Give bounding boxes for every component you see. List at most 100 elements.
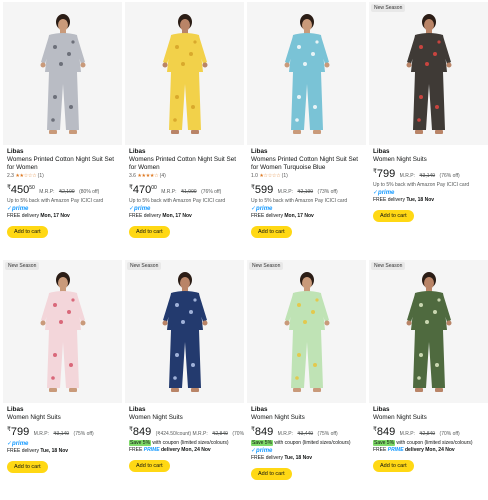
product-image[interactable]: New Season	[125, 260, 244, 403]
mrp-label: (₹424.50/count) M.R.P:	[155, 431, 208, 437]
mrp-value: ₹1,999	[180, 189, 197, 195]
price-row: ₹45050 M.R.P: ₹2,199 (80% off)	[7, 182, 120, 198]
price-whole: 849	[132, 426, 152, 438]
product-image[interactable]	[125, 2, 244, 145]
price-whole: 450	[10, 184, 30, 196]
mrp-label: M.R.P:	[161, 189, 177, 195]
add-to-cart-button[interactable]: Add to cart	[251, 468, 292, 480]
delivery-prefix: FREE delivery	[251, 455, 283, 461]
product-image-model-icon	[40, 272, 86, 392]
delivery-date: Tue, 18 Nov	[40, 448, 69, 454]
add-to-cart-button[interactable]: Add to cart	[129, 460, 170, 472]
discount-percent: (76% off)	[201, 189, 222, 195]
prime-word: PRIME	[387, 447, 404, 453]
product-title-link[interactable]: Womens Printed Cotton Night Suit Set for…	[7, 156, 120, 172]
price-row: ₹799 M.R.P: ₹3,149 (75% off)	[7, 424, 120, 440]
add-to-cart-button[interactable]: Add to cart	[129, 226, 170, 238]
add-to-cart-button[interactable]: Add to cart	[373, 210, 414, 222]
product-image[interactable]: New Season	[3, 260, 122, 403]
price-whole: 599	[254, 184, 274, 196]
discount-percent: (76% off)	[439, 173, 460, 179]
price-fraction: 00	[151, 185, 157, 191]
coupon-row: Save 5% with coupon (limited sizes/colou…	[251, 440, 364, 447]
product-card[interactable]: New Season Libas Women Night Suits ₹799 …	[369, 2, 488, 248]
mrp-value: ₹3,149	[53, 431, 70, 437]
new-season-badge: New Season	[127, 262, 162, 270]
product-card[interactable]: Libas Womens Printed Cotton Night Suit S…	[125, 2, 244, 248]
rating-row[interactable]: 1.0 ★☆☆☆☆ (1)	[251, 173, 364, 180]
mrp-label: M.R.P:	[399, 431, 415, 437]
price-whole: 849	[254, 426, 274, 438]
delivery-info: FREE delivery Tue, 18 Nov	[7, 448, 120, 455]
product-brand: Libas	[7, 406, 24, 413]
mrp-label: M.R.P:	[39, 189, 55, 195]
product-image[interactable]: New Season	[247, 260, 366, 403]
delivery-date: Tue, 18 Nov	[406, 197, 435, 203]
rating-value: 2.3	[7, 173, 14, 179]
add-to-cart-button[interactable]: Add to cart	[251, 226, 292, 238]
coupon-text: with coupon (limited sizes/colours)	[274, 440, 351, 446]
product-title-link[interactable]: Womens Printed Cotton Night Suit Set for…	[251, 156, 364, 172]
product-title-link[interactable]: Womens Printed Cotton Night Suit Set for…	[129, 156, 242, 172]
product-title-link[interactable]: Women Night Suits	[7, 414, 120, 422]
product-card[interactable]: Libas Womens Printed Cotton Night Suit S…	[247, 2, 366, 248]
mrp-label: M.R.P:	[277, 431, 293, 437]
product-title-link[interactable]: Women Night Suits	[373, 156, 486, 164]
delivery-date: delivery Mon, 24 Nov	[404, 447, 455, 453]
product-title-link[interactable]: Women Night Suits	[373, 414, 486, 422]
price-row: ₹799 M.R.P: ₹3,149 (76% off)	[373, 166, 486, 182]
star-rating-icon: ★★☆☆☆	[15, 173, 37, 179]
rating-count[interactable]: (1)	[282, 173, 288, 179]
add-to-cart-button[interactable]: Add to cart	[7, 461, 48, 473]
rating-count[interactable]: (4)	[160, 173, 166, 179]
product-image[interactable]	[3, 2, 122, 145]
prime-icon: ✓prime	[251, 448, 273, 454]
product-card[interactable]: Libas Womens Printed Cotton Night Suit S…	[3, 2, 122, 248]
mrp-value: ₹2,199	[58, 189, 75, 195]
prime-icon: ✓prime	[7, 441, 29, 447]
bank-offer: Up to 5% back with Amazon Pay ICICI card	[129, 198, 226, 204]
product-image[interactable]	[247, 2, 366, 145]
price-row: ₹849 (₹424.50/count) M.R.P: ₹2,849 (70% …	[129, 424, 244, 440]
price-fraction: 50	[29, 185, 35, 191]
delivery-info: FREE delivery Tue, 18 Nov	[251, 455, 364, 462]
delivery-info: FREE PRIME delivery Mon, 24 Nov	[373, 447, 486, 454]
coupon-row: Save 5% with coupon (limited sizes/colou…	[129, 440, 242, 447]
new-season-badge: New Season	[371, 4, 406, 12]
rating-value: 3.6	[129, 173, 136, 179]
product-title-link[interactable]: Women Night Suits	[251, 414, 364, 422]
star-rating-icon: ★☆☆☆☆	[259, 173, 281, 179]
rating-row[interactable]: 3.6 ★★★★☆ (4)	[129, 173, 242, 180]
product-image[interactable]: New Season	[369, 2, 488, 145]
product-card[interactable]: New Season Libas Women Night Suits ₹849 …	[247, 260, 366, 500]
rating-row[interactable]: 2.3 ★★☆☆☆ (1)	[7, 173, 120, 180]
add-to-cart-button[interactable]: Add to cart	[7, 226, 48, 238]
star-rating-icon: ★★★★☆	[137, 173, 159, 179]
delivery-date: Mon, 17 Nov	[40, 213, 70, 219]
product-brand: Libas	[7, 148, 24, 155]
coupon-badge: Save 5%	[373, 440, 396, 446]
product-card[interactable]: New Season Libas Women Night Suits ₹849 …	[125, 260, 244, 500]
prime-icon: ✓prime	[373, 190, 395, 196]
product-image[interactable]: New Season	[369, 260, 488, 403]
delivery-prefix: FREE delivery	[251, 213, 283, 219]
coupon-badge: Save 5%	[129, 440, 152, 446]
product-title-link[interactable]: Women Night Suits	[129, 414, 242, 422]
product-brand: Libas	[373, 148, 390, 155]
discount-percent: (75% off)	[317, 431, 338, 437]
bank-offer: Up to 5% back with Amazon Pay ICICI card	[373, 182, 470, 188]
delivery-prefix: FREE delivery	[7, 213, 39, 219]
rating-count[interactable]: (1)	[38, 173, 44, 179]
mrp-label: M.R.P:	[33, 431, 49, 437]
add-to-cart-button[interactable]: Add to cart	[373, 460, 414, 472]
product-image-model-icon	[406, 272, 452, 392]
mrp-value: ₹3,149	[419, 173, 436, 179]
prime-icon: ✓prime	[7, 206, 29, 212]
prime-icon: ✓prime	[251, 206, 273, 212]
product-card[interactable]: New Season Libas Women Night Suits ₹849 …	[369, 260, 488, 500]
delivery-date: Tue, 18 Nov	[284, 455, 313, 461]
delivery-date: Mon, 17 Nov	[162, 213, 192, 219]
delivery-date: delivery Mon, 24 Nov	[160, 447, 211, 453]
product-image-model-icon	[162, 272, 208, 392]
product-card[interactable]: New Season Libas Women Night Suits ₹799 …	[3, 260, 122, 500]
